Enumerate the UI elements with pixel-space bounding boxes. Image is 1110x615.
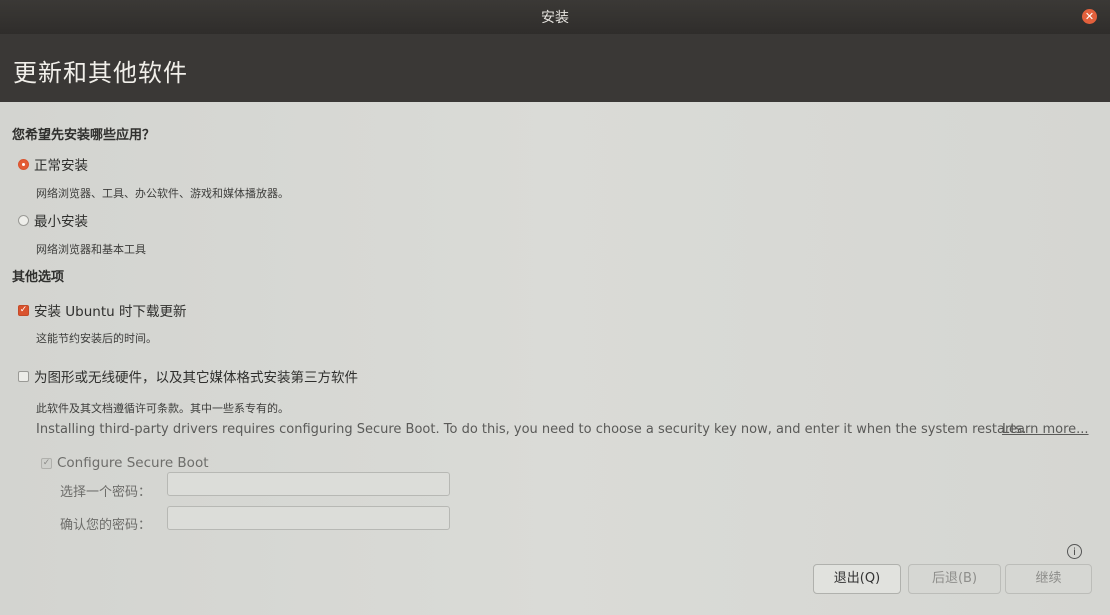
back-button[interactable]: 后退(B)	[908, 564, 1001, 594]
configure-secure-boot-checkbox[interactable]: ✓ Configure Secure Boot	[41, 455, 209, 471]
password-field[interactable]	[167, 472, 450, 496]
secure-boot-info: Installing third-party drivers requires …	[36, 422, 1027, 437]
third-party-checkbox[interactable]: 为图形或无线硬件，以及其它媒体格式安装第三方软件	[18, 366, 358, 386]
page-header: 更新和其他软件	[0, 34, 1110, 102]
install-question: 您希望先安装哪些应用？	[12, 128, 156, 143]
normal-install-label: 正常安装	[34, 158, 88, 174]
third-party-label: 为图形或无线硬件，以及其它媒体格式安装第三方软件	[34, 370, 358, 386]
minimal-install-desc: 网络浏览器和基本工具	[36, 243, 146, 256]
third-party-desc: 此软件及其文档遵循许可条款。其中一些系专有的。	[36, 402, 289, 415]
window-titlebar: 安装 ✕	[0, 0, 1110, 34]
confirm-password-field[interactable]	[167, 506, 450, 530]
radio-selected-icon[interactable]	[18, 158, 29, 170]
checkbox-checked-disabled-icon[interactable]: ✓	[41, 457, 52, 469]
minimal-install-radio[interactable]: 最小安装	[18, 210, 88, 230]
download-updates-checkbox[interactable]: ✓ 安装 Ubuntu 时下载更新	[18, 300, 187, 320]
learn-more-link[interactable]: Learn more...	[1002, 422, 1089, 437]
checkbox-checked-icon[interactable]: ✓	[18, 304, 29, 316]
download-updates-label: 安装 Ubuntu 时下载更新	[34, 304, 187, 320]
close-icon[interactable]: ✕	[1082, 9, 1097, 24]
download-updates-desc: 这能节约安装后的时间。	[36, 332, 157, 345]
other-options-title: 其他选项	[12, 270, 65, 285]
normal-install-radio[interactable]: 正常安装	[18, 154, 88, 174]
checkbox-unchecked-icon[interactable]	[18, 370, 29, 382]
password-label: 选择一个密码：	[60, 485, 152, 500]
info-icon[interactable]: i	[1067, 544, 1082, 559]
continue-button[interactable]: 继续	[1005, 564, 1092, 594]
page-title: 更新和其他软件	[13, 59, 188, 87]
normal-install-desc: 网络浏览器、工具、办公软件、游戏和媒体播放器。	[36, 187, 289, 200]
quit-button[interactable]: 退出(Q)	[813, 564, 901, 594]
minimal-install-label: 最小安装	[34, 214, 88, 230]
main-content: 您希望先安装哪些应用？ 正常安装 网络浏览器、工具、办公软件、游戏和媒体播放器。…	[0, 102, 1110, 615]
confirm-password-label: 确认您的密码：	[60, 518, 152, 533]
radio-unselected-icon[interactable]	[18, 214, 29, 226]
window-title: 安装	[541, 10, 569, 26]
configure-secure-boot-label: Configure Secure Boot	[57, 455, 209, 471]
